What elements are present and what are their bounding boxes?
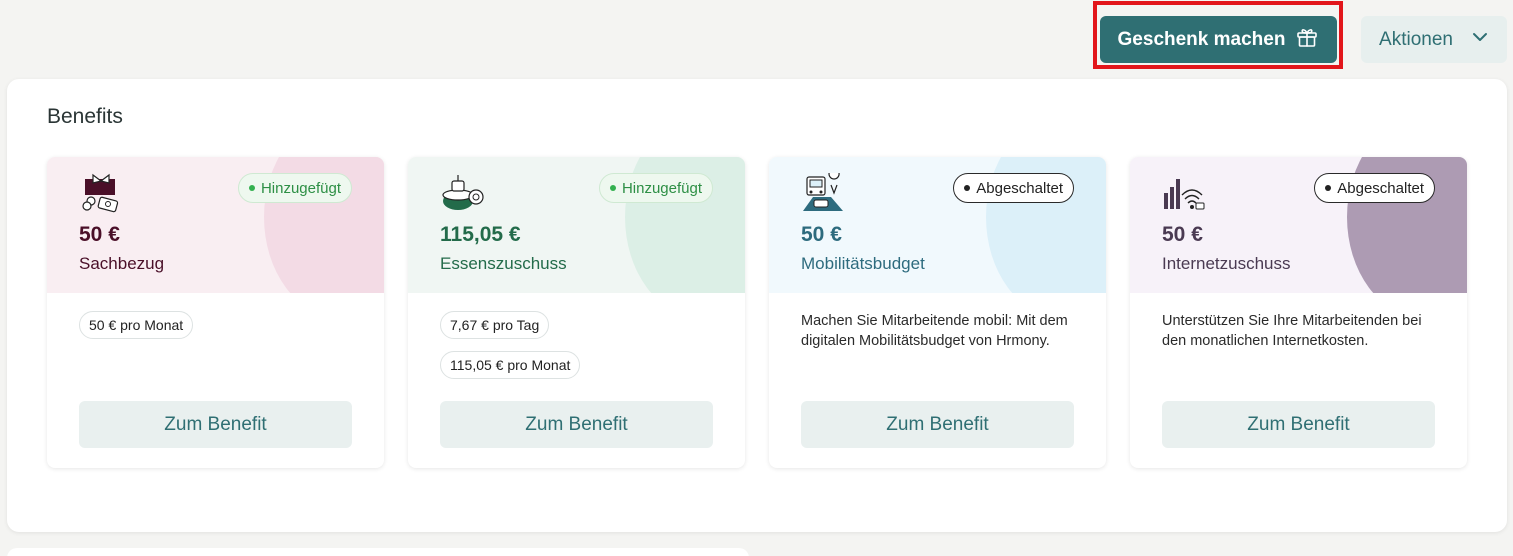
card-header: Hinzugefügt 50 € Sachbezug <box>47 157 384 293</box>
top-bar: Geschenk machen Aktionen <box>0 0 1513 72</box>
status-badge: Hinzugefügt <box>598 173 713 203</box>
amount-chip: 7,67 € pro Tag <box>440 311 550 339</box>
benefit-card-essenszuschuss: Hinzugefügt 115,05 € Essenszuschuss 7,67… <box>408 157 745 468</box>
food-bowl-icon <box>440 173 484 213</box>
status-badge: Abgeschaltet <box>1314 173 1435 203</box>
zum-benefit-button[interactable]: Zum Benefit <box>801 401 1074 448</box>
card-header: Abgeschaltet 50 € Internetzuschuss <box>1130 157 1467 293</box>
next-panel-edge <box>7 548 749 556</box>
actions-button-label: Aktionen <box>1379 28 1453 50</box>
benefit-card-mobilitaetsbudget: Abgeschaltet 50 € Mobilitätsbudget Mache… <box>769 157 1106 468</box>
actions-dropdown-button[interactable]: Aktionen <box>1361 16 1507 63</box>
card-body: Unterstützen Sie Ihre Mitarbeitenden bei… <box>1130 293 1467 468</box>
status-label: Hinzugefügt <box>260 179 341 197</box>
status-badge: Hinzugefügt <box>237 173 352 203</box>
benefit-name: Internetzuschuss <box>1162 254 1291 273</box>
status-label: Hinzugefügt <box>621 179 702 197</box>
status-badge: Abgeschaltet <box>953 173 1074 203</box>
amount-chip: 115,05 € pro Monat <box>440 351 581 379</box>
benefit-description: Unterstützen Sie Ihre Mitarbeitenden bei… <box>1162 313 1422 349</box>
gift-button[interactable]: Geschenk machen <box>1100 16 1337 63</box>
card-body: Machen Sie Mitarbeitende mobil: Mit dem … <box>769 293 1106 468</box>
amount-chip: 50 € pro Monat <box>79 311 194 339</box>
chip-list: 50 € pro Monat <box>79 311 352 351</box>
benefit-amount: 50 € <box>79 223 120 246</box>
gift-icon <box>1295 25 1319 55</box>
status-dot-icon <box>248 185 255 191</box>
benefit-amount: 50 € <box>801 223 842 246</box>
benefits-panel: Benefits Hinzugefügt 50 € Sachbezug 50 €… <box>7 79 1507 532</box>
card-body: 50 € pro Monat Zum Benefit <box>47 293 384 468</box>
gift-button-label: Geschenk machen <box>1117 28 1286 50</box>
status-dot-icon <box>964 185 971 191</box>
chip-list: 7,67 € pro Tag 115,05 € pro Monat <box>440 311 713 391</box>
benefit-description: Machen Sie Mitarbeitende mobil: Mit dem … <box>801 313 1068 349</box>
status-label: Abgeschaltet <box>1337 179 1424 197</box>
benefits-title: Benefits <box>47 105 123 128</box>
voucher-gift-icon <box>79 173 123 213</box>
wifi-icon <box>1162 173 1206 213</box>
status-dot-icon <box>609 185 616 191</box>
benefit-name: Mobilitätsbudget <box>801 254 925 273</box>
benefit-card-internetzuschuss: Abgeschaltet 50 € Internetzuschuss Unter… <box>1130 157 1467 468</box>
card-body: 7,67 € pro Tag 115,05 € pro Monat Zum Be… <box>408 293 745 468</box>
card-header: Hinzugefügt 115,05 € Essenszuschuss <box>408 157 745 293</box>
benefit-amount: 50 € <box>1162 223 1203 246</box>
benefit-card-sachbezug: Hinzugefügt 50 € Sachbezug 50 € pro Mona… <box>47 157 384 468</box>
zum-benefit-button[interactable]: Zum Benefit <box>79 401 352 448</box>
zum-benefit-button[interactable]: Zum Benefit <box>1162 401 1435 448</box>
zum-benefit-button[interactable]: Zum Benefit <box>440 401 713 448</box>
status-dot-icon <box>1325 185 1332 191</box>
chevron-down-icon <box>1471 28 1489 52</box>
mobility-icon <box>801 168 845 213</box>
card-header: Abgeschaltet 50 € Mobilitätsbudget <box>769 157 1106 293</box>
status-label: Abgeschaltet <box>976 179 1063 197</box>
benefit-name: Essenszuschuss <box>440 254 567 273</box>
benefit-amount: 115,05 € <box>440 223 521 246</box>
benefit-name: Sachbezug <box>79 254 165 273</box>
